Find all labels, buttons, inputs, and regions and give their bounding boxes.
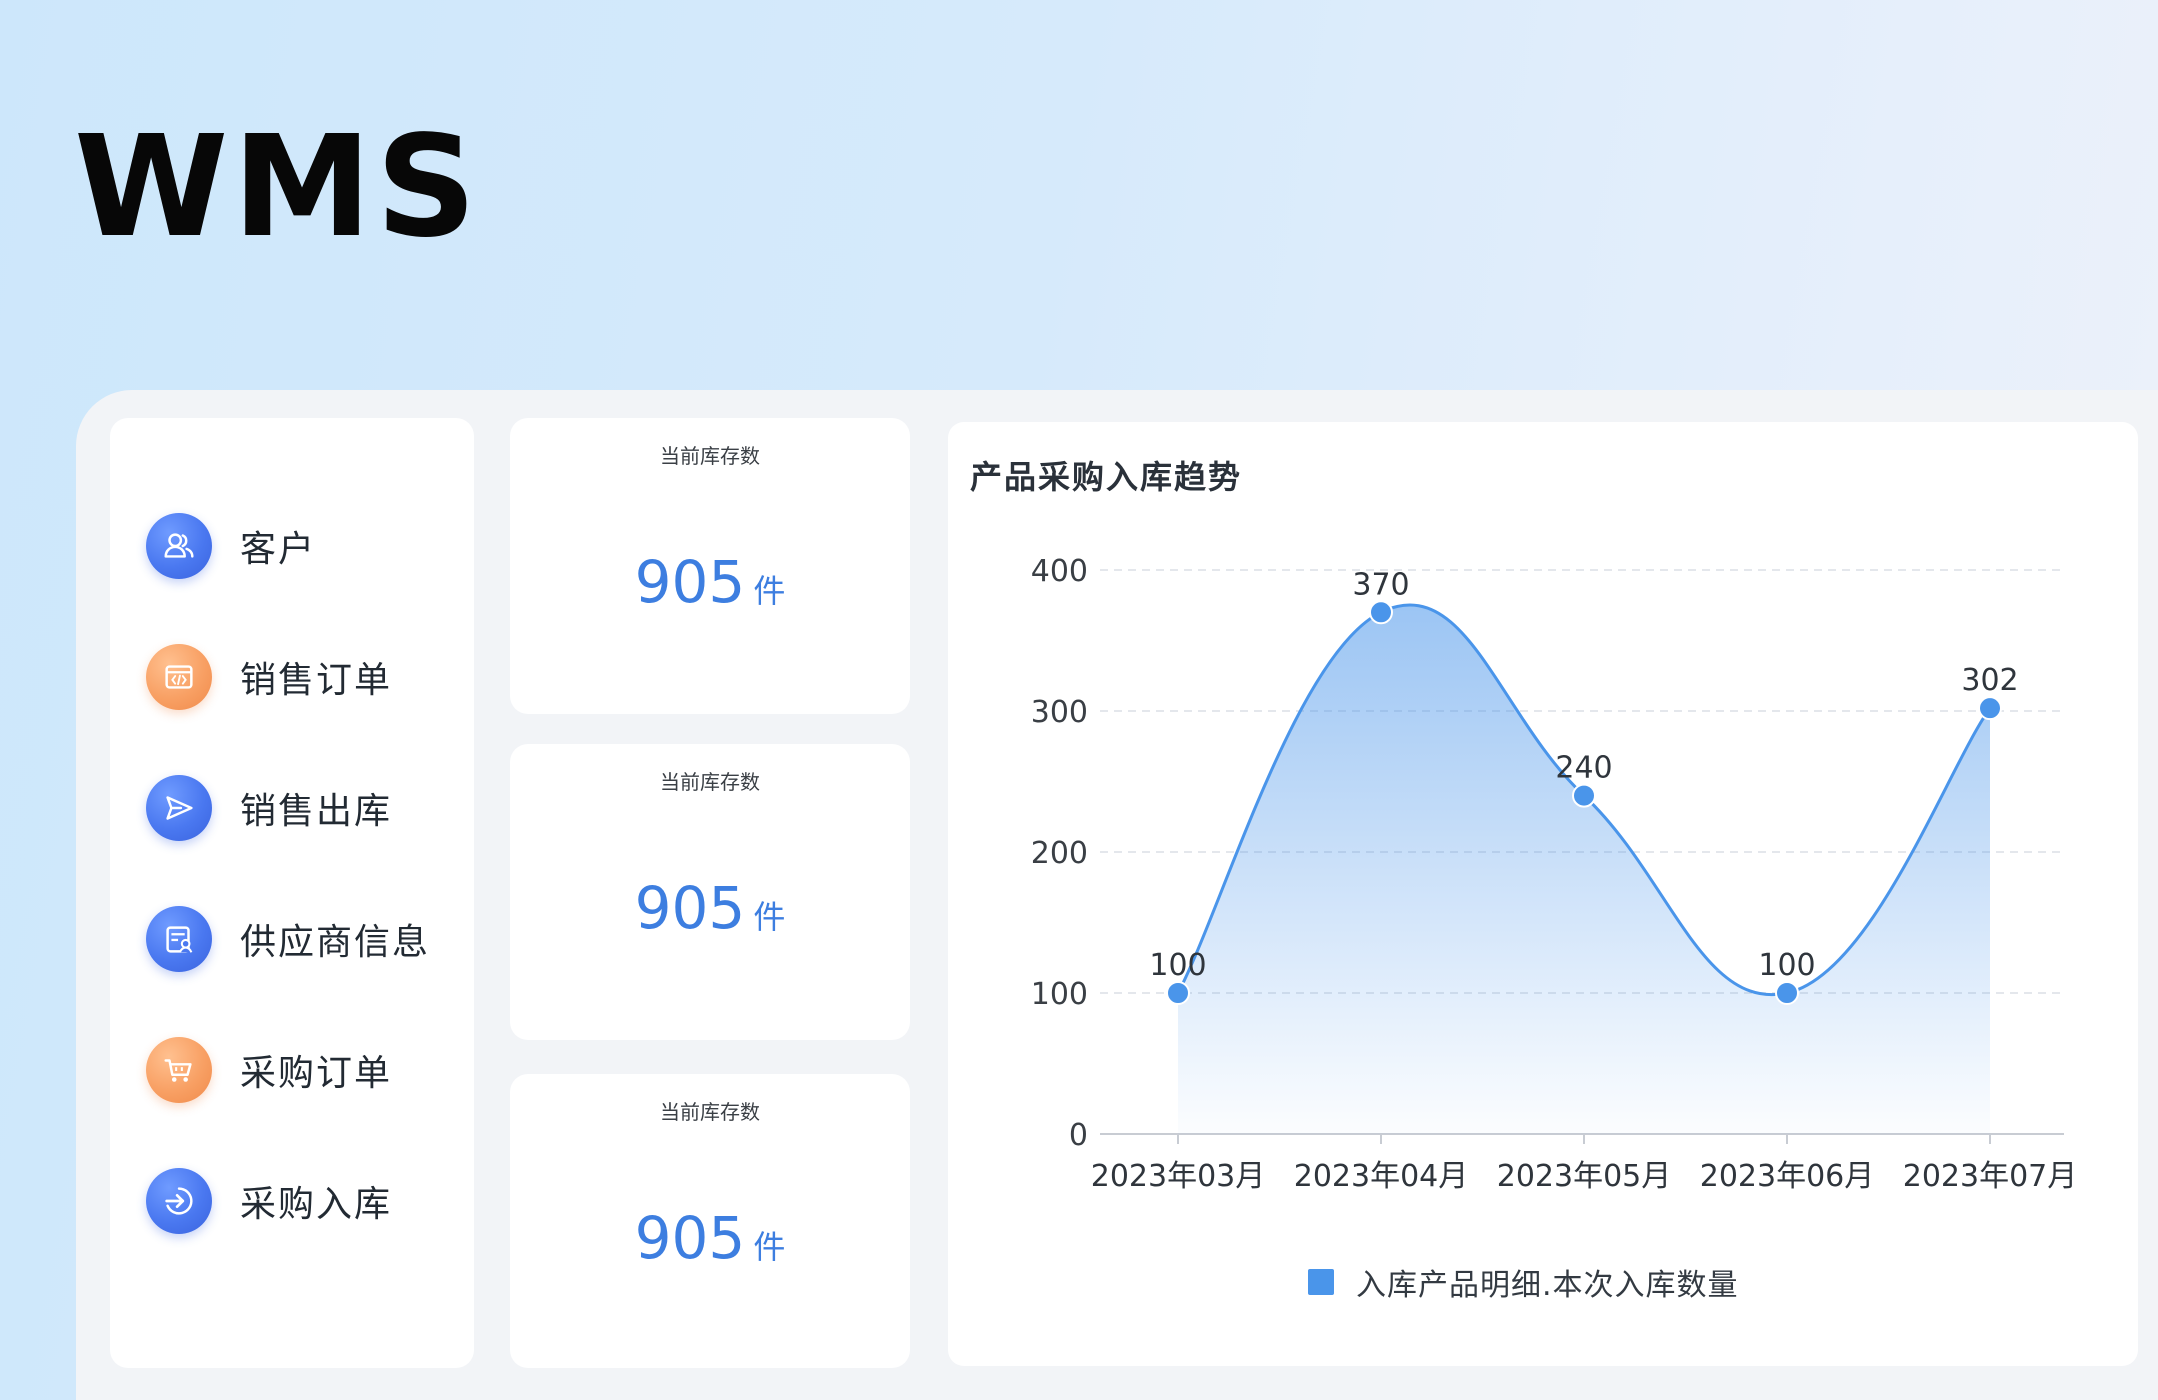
stat-label: 当前库存数 bbox=[660, 770, 760, 794]
y-tick-label: 400 bbox=[1031, 554, 1088, 589]
stat-card-inventory-3: 当前库存数 905 件 bbox=[510, 1074, 910, 1368]
stat-value-line: 905 件 bbox=[510, 874, 910, 942]
stat-unit: 件 bbox=[753, 898, 786, 936]
sidebar-item-sales-order[interactable]: 销售订单 bbox=[110, 611, 474, 742]
data-point bbox=[1572, 783, 1596, 808]
data-label: 100 bbox=[1758, 948, 1815, 983]
stat-value: 905 bbox=[634, 874, 746, 942]
sidebar-item-purchase-inbound[interactable]: 采购入库 bbox=[110, 1135, 474, 1266]
legend-swatch bbox=[1308, 1269, 1334, 1295]
stat-value-line: 905 件 bbox=[510, 1204, 910, 1272]
stat-value: 905 bbox=[634, 1204, 746, 1272]
sidebar-item-purchase-order[interactable]: 采购订单 bbox=[110, 1004, 474, 1135]
data-label: 302 bbox=[1961, 663, 2018, 698]
y-tick-label: 0 bbox=[1069, 1118, 1088, 1153]
stat-label: 当前库存数 bbox=[660, 444, 760, 468]
y-tick-label: 100 bbox=[1031, 977, 1088, 1012]
x-tick-label: 2023年03月 bbox=[1091, 1159, 1266, 1194]
stat-value-line: 905 件 bbox=[510, 548, 910, 616]
y-tick-label: 200 bbox=[1031, 836, 1088, 871]
sidebar-item-supplier-info[interactable]: 供应商信息 bbox=[110, 873, 474, 1004]
inbound-icon bbox=[146, 1167, 212, 1234]
customer-icon bbox=[146, 512, 212, 579]
chart-legend[interactable]: 入库产品明细.本次入库数量 bbox=[1308, 1260, 1739, 1304]
supplier-info-icon bbox=[146, 905, 212, 972]
sidebar-item-sales-outbound[interactable]: 销售出库 bbox=[110, 742, 474, 873]
sidebar-item-label: 供应商信息 bbox=[240, 921, 431, 963]
sidebar-item-label: 采购入库 bbox=[240, 1183, 393, 1225]
data-point bbox=[1978, 696, 2002, 721]
stat-card-inventory-2: 当前库存数 905 件 bbox=[510, 744, 910, 1040]
send-icon bbox=[146, 774, 212, 841]
stat-card-inventory-1: 当前库存数 905 件 bbox=[510, 418, 910, 714]
app-title: WMS bbox=[74, 106, 481, 269]
cart-icon bbox=[146, 1036, 212, 1103]
data-label: 100 bbox=[1149, 948, 1206, 983]
x-tick-label: 2023年06月 bbox=[1700, 1159, 1875, 1194]
dashboard-panel: 客户 销售订单 销售出库 供应商信息 采购订单 采购入库 当前库存数 905 件… bbox=[76, 390, 2158, 1400]
trend-chart-card: 产品采购入库趋势 0 100 200 300 400 2023年03月 2023年04月 20… bbox=[948, 422, 2138, 1366]
sidebar-item-customer[interactable]: 客户 bbox=[110, 480, 474, 611]
data-point bbox=[1166, 981, 1190, 1005]
sales-order-icon bbox=[146, 643, 212, 710]
sidebar-item-label: 销售出库 bbox=[240, 790, 393, 832]
sidebar-item-label: 客户 bbox=[240, 528, 317, 570]
stat-value: 905 bbox=[634, 548, 746, 616]
sidebar: 客户 销售订单 销售出库 供应商信息 采购订单 采购入库 bbox=[110, 418, 474, 1368]
data-label: 240 bbox=[1555, 751, 1612, 786]
stat-unit: 件 bbox=[753, 1228, 786, 1266]
y-tick-label: 300 bbox=[1031, 695, 1088, 730]
sidebar-nav: 客户 销售订单 销售出库 供应商信息 采购订单 采购入库 bbox=[110, 480, 474, 1266]
series-area bbox=[1178, 604, 1990, 1134]
stat-unit: 件 bbox=[753, 572, 786, 610]
sidebar-item-label: 销售订单 bbox=[240, 659, 393, 701]
legend-label: 入库产品明细.本次入库数量 bbox=[1356, 1268, 1739, 1303]
x-tick-label: 2023年05月 bbox=[1497, 1159, 1672, 1194]
data-point bbox=[1369, 600, 1393, 625]
sidebar-item-label: 采购订单 bbox=[240, 1052, 393, 1094]
x-tick-label: 2023年07月 bbox=[1903, 1159, 2078, 1194]
trend-chart: 0 100 200 300 400 2023年03月 2023年04月 2023年05月 202… bbox=[1031, 554, 2078, 1194]
data-label: 370 bbox=[1352, 567, 1409, 602]
stat-label: 当前库存数 bbox=[660, 1100, 760, 1124]
x-tick-label: 2023年04月 bbox=[1294, 1159, 1469, 1194]
data-point bbox=[1775, 981, 1799, 1005]
